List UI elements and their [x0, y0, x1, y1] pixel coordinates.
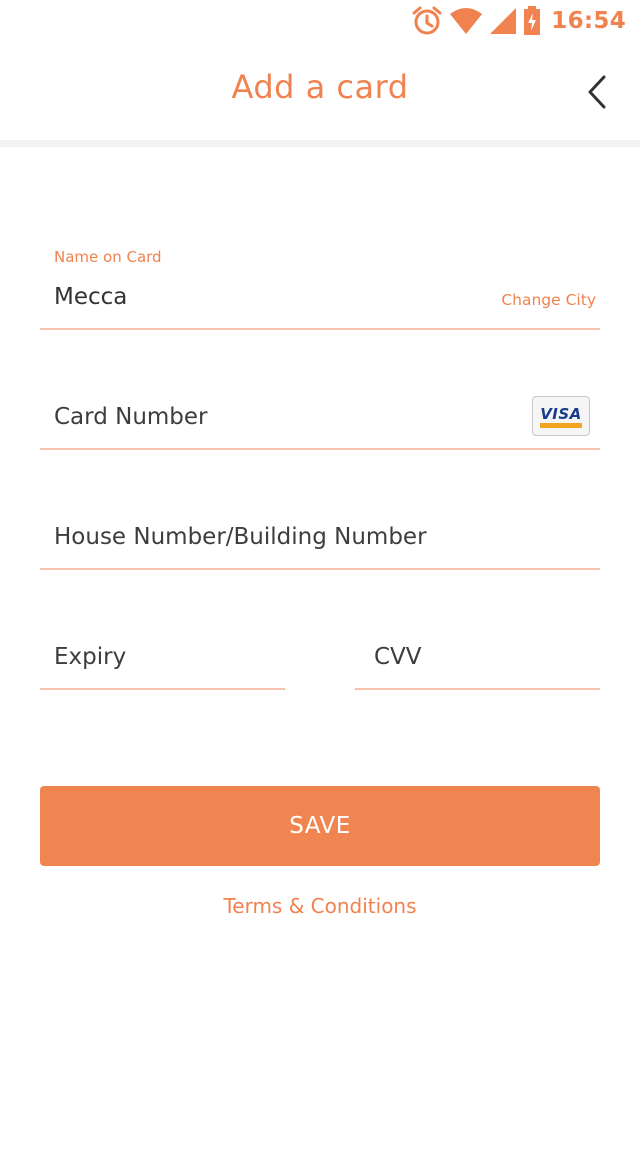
back-button[interactable] [582, 74, 614, 110]
app-bar: Add a card [0, 42, 640, 140]
signal-icon [489, 7, 517, 35]
status-time: 16:54 [551, 8, 626, 34]
expiry-input[interactable]: Expiry [54, 644, 126, 670]
wifi-icon [449, 7, 483, 35]
visa-card-text: VISA [540, 405, 582, 423]
name-on-card-label: Name on Card [54, 248, 162, 266]
chevron-left-icon [582, 75, 614, 114]
house-number-field[interactable]: House Number/Building Number [40, 510, 600, 570]
terms-and-conditions-link[interactable]: Terms & Conditions [0, 894, 640, 918]
status-bar: 16:54 [0, 0, 640, 42]
change-city-link[interactable]: Change City [501, 291, 596, 309]
name-on-card-value[interactable]: Mecca [54, 284, 127, 310]
visa-card-icon: VISA [532, 396, 590, 436]
alarm-icon [411, 5, 443, 37]
card-number-input[interactable]: Card Number [54, 404, 208, 430]
house-number-input[interactable]: House Number/Building Number [54, 524, 427, 550]
name-on-card-field[interactable]: Name on Card Mecca Change City [40, 240, 600, 330]
card-number-field[interactable]: Card Number VISA [40, 390, 600, 450]
page-title: Add a card [231, 68, 409, 106]
visa-card-stripe [540, 423, 582, 428]
cvv-field[interactable]: CVV [355, 630, 600, 690]
status-icons: 16:54 [411, 4, 626, 38]
battery-charging-icon [523, 6, 541, 36]
save-button[interactable]: SAVE [40, 786, 600, 866]
app-bar-divider [0, 140, 640, 147]
expiry-field[interactable]: Expiry [40, 630, 285, 690]
cvv-input[interactable]: CVV [374, 644, 422, 670]
